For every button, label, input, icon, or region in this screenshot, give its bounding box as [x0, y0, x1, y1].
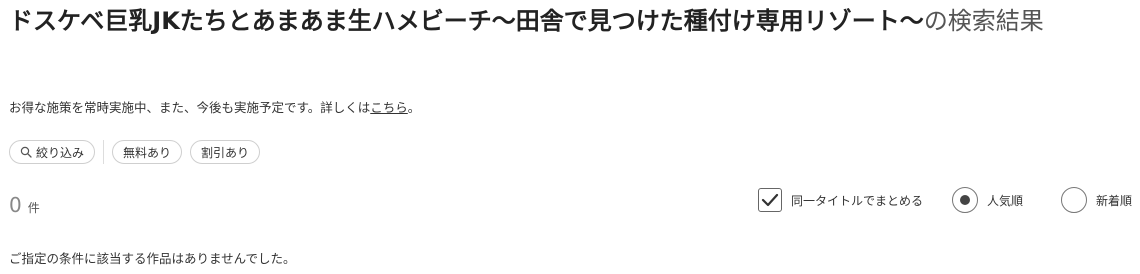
narrow-down-label: 絞り込み: [36, 145, 85, 160]
notice-link[interactable]: こちら: [370, 100, 408, 115]
free-filter-chip[interactable]: 無料あり: [112, 140, 183, 164]
group-same-title-checkbox[interactable]: [758, 188, 782, 212]
search-results-page: ドスケベ巨乳JKたちとあまあま生ハメビーチ〜田舎で見つけた種付け専用リゾート〜の…: [9, 6, 1131, 266]
notice-text: お得な施策を常時実施中、また、今後も実施予定です。詳しくは: [9, 100, 371, 115]
checkmark-icon: [761, 193, 779, 207]
notice-end: 。: [407, 100, 421, 115]
title-suffix: の検索結果: [923, 7, 1044, 35]
result-count-unit: 件: [27, 201, 40, 215]
result-count: 0 件: [9, 193, 40, 217]
page-title: ドスケベ巨乳JKたちとあまあま生ハメビーチ〜田舎で見つけた種付け専用リゾート〜の…: [9, 6, 1131, 37]
campaign-notice: お得な施策を常時実施中、また、今後も実施予定です。詳しくはこちら。: [9, 97, 420, 116]
sort-popular-label[interactable]: 人気順: [987, 192, 1023, 209]
discount-filter-chip[interactable]: 割引あり: [190, 140, 261, 164]
result-count-number: 0: [9, 193, 22, 217]
search-icon: [20, 146, 32, 158]
result-options: 同一タイトルでまとめる 人気順 新着順: [758, 186, 1132, 214]
radio-selected-dot: [960, 195, 971, 205]
narrow-down-button[interactable]: 絞り込み: [9, 140, 96, 164]
empty-result-message: ご指定の条件に該当する作品はありませんでした。: [9, 251, 296, 266]
search-query: ドスケベ巨乳JKたちとあまあま生ハメビーチ〜田舎で見つけた種付け専用リゾート〜: [9, 7, 924, 35]
sort-new-label[interactable]: 新着順: [1096, 192, 1132, 209]
group-same-title-label[interactable]: 同一タイトルでまとめる: [791, 192, 923, 209]
filter-divider: [103, 140, 105, 164]
sort-new-radio[interactable]: [1061, 187, 1088, 213]
sort-popular-radio[interactable]: [952, 187, 979, 213]
filter-bar: 絞り込み 無料あり 割引あり: [9, 139, 261, 165]
